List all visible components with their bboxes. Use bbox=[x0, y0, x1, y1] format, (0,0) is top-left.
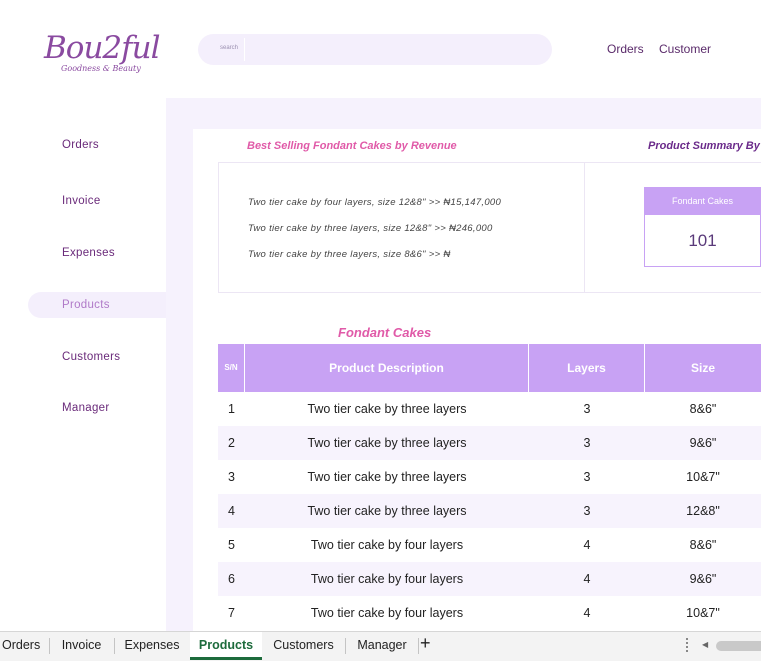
arrow-left-icon[interactable]: ◀ bbox=[702, 640, 708, 649]
cell-size: 12&8" bbox=[686, 504, 720, 518]
cell-layers: 4 bbox=[583, 572, 591, 586]
cell-product-description: Two tier cake by three layers bbox=[307, 436, 467, 450]
logo: Bou2ful Goodness & Beauty bbox=[44, 30, 164, 80]
cell-product-description: Two tier cake by three layers bbox=[307, 402, 467, 416]
header-layers: Layers bbox=[529, 344, 645, 392]
sidebar-item-invoice[interactable]: Invoice bbox=[28, 188, 166, 214]
table-row: 2 Two tier cake by three layers 3 9&6" bbox=[218, 426, 761, 460]
cell-size: 10&7" bbox=[686, 606, 720, 620]
cell-sn: 6 bbox=[228, 572, 235, 586]
best-selling-box: Two tier cake by four layers, size 12&8"… bbox=[218, 162, 585, 293]
table-row: 3 Two tier cake by three layers 3 10&7" bbox=[218, 460, 761, 494]
cell-layers: 3 bbox=[583, 402, 591, 416]
sidebar-item-manager[interactable]: Manager bbox=[28, 395, 166, 421]
cell-product-description: Two tier cake by three layers bbox=[307, 504, 467, 518]
sidebar: Orders Invoice Expenses Products Custome… bbox=[0, 98, 166, 638]
best-selling-title: Best Selling Fondant Cakes by Revenue bbox=[247, 140, 457, 152]
sheet-tab-products[interactable]: Products bbox=[190, 632, 262, 660]
tab-separator bbox=[418, 638, 419, 654]
sheet-tab-manager[interactable]: Manager bbox=[346, 632, 418, 660]
header-product-description: Product Description bbox=[245, 344, 529, 392]
best-selling-line-2: Two tier cake by three layers, size 12&8… bbox=[248, 223, 493, 234]
fondant-cakes-card-value: 101 bbox=[688, 231, 717, 250]
cell-sn: 3 bbox=[228, 470, 235, 484]
fondant-cakes-card: Fondant Cakes 101 bbox=[644, 187, 761, 267]
sheet-tabs-bar: Orders Invoice Expenses Products Custome… bbox=[0, 631, 761, 661]
cell-layers: 4 bbox=[583, 538, 591, 552]
cell-size: 10&7" bbox=[686, 470, 720, 484]
cell-product-description: Two tier cake by four layers bbox=[310, 572, 464, 586]
cell-product-description: Two tier cake by three layers bbox=[307, 470, 467, 484]
cell-product-description: Two tier cake by four layers bbox=[310, 606, 464, 620]
table-header: S/N Product Description Layers Size bbox=[218, 344, 761, 392]
cell-size: 8&6" bbox=[689, 538, 717, 552]
cell-size: 8&6" bbox=[689, 402, 717, 416]
cell-product-description: Two tier cake by four layers bbox=[310, 538, 464, 552]
horizontal-scrollbar-thumb[interactable] bbox=[716, 641, 761, 651]
scroll-split-handle[interactable] bbox=[686, 638, 688, 652]
sidebar-item-expenses[interactable]: Expenses bbox=[28, 240, 166, 266]
search-divider bbox=[244, 38, 245, 61]
cell-size: 9&6" bbox=[689, 436, 717, 450]
sheet-tab-orders[interactable]: Orders bbox=[0, 632, 44, 660]
header-sn: S/N bbox=[218, 344, 245, 392]
cell-sn: 5 bbox=[228, 538, 235, 552]
logo-text: Bou2ful bbox=[44, 30, 161, 66]
cell-layers: 4 bbox=[583, 606, 591, 620]
cell-layers: 3 bbox=[583, 504, 591, 518]
search-bar[interactable]: search bbox=[198, 34, 552, 65]
best-selling-line-3: Two tier cake by three layers, size 8&6"… bbox=[248, 249, 451, 260]
cell-sn: 2 bbox=[228, 436, 235, 450]
sidebar-item-orders[interactable]: Orders bbox=[28, 132, 166, 158]
cell-size: 9&6" bbox=[689, 572, 717, 586]
table-row: 7 Two tier cake by four layers 4 10&7" bbox=[218, 596, 761, 630]
fondant-cakes-card-label: Fondant Cakes bbox=[645, 188, 760, 215]
top-link-orders[interactable]: Orders bbox=[607, 42, 644, 56]
cell-layers: 3 bbox=[583, 436, 591, 450]
header-size: Size bbox=[690, 361, 715, 375]
cell-layers: 3 bbox=[583, 470, 591, 484]
product-summary-title: Product Summary By bbox=[648, 140, 760, 152]
search-input[interactable] bbox=[248, 38, 538, 61]
sheet-tab-customers[interactable]: Customers bbox=[263, 632, 344, 660]
cell-sn: 1 bbox=[228, 402, 235, 416]
best-selling-line-1: Two tier cake by four layers, size 12&8"… bbox=[248, 197, 502, 208]
table-row: 4 Two tier cake by three layers 3 12&8" bbox=[218, 494, 761, 528]
table-title: Fondant Cakes bbox=[338, 325, 432, 340]
cell-sn: 7 bbox=[228, 606, 235, 620]
table-row: 6 Two tier cake by four layers 4 9&6" bbox=[218, 562, 761, 596]
sheet-tab-expenses[interactable]: Expenses bbox=[115, 632, 189, 660]
sheet-tab-invoice[interactable]: Invoice bbox=[50, 632, 113, 660]
plus-icon[interactable]: + bbox=[420, 633, 431, 654]
sidebar-item-customers[interactable]: Customers bbox=[28, 344, 166, 370]
search-label: search bbox=[220, 45, 239, 51]
table-row: 5 Two tier cake by four layers 4 8&6" bbox=[218, 528, 761, 562]
spreadsheet-dashboard: Bou2ful Goodness & Beauty search Orders … bbox=[0, 0, 761, 661]
sidebar-item-products[interactable]: Products bbox=[28, 292, 166, 318]
table-row: 1 Two tier cake by three layers 3 8&6" bbox=[218, 392, 761, 426]
top-link-customer[interactable]: Customer bbox=[659, 42, 711, 56]
cell-sn: 4 bbox=[228, 504, 235, 518]
